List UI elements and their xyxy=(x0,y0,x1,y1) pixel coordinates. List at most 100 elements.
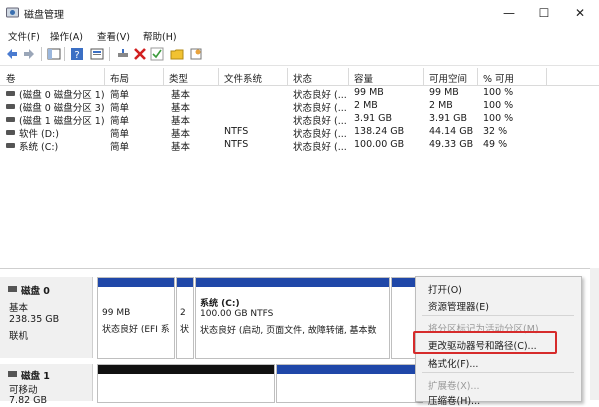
menu-view[interactable]: 查看(V) xyxy=(97,29,130,43)
partition-status: 状 xyxy=(180,325,190,335)
forward-arrow-icon[interactable] xyxy=(22,47,36,61)
close-button[interactable]: ✕ xyxy=(562,0,598,26)
cell-free-space: 2 MB xyxy=(429,100,453,111)
table-row[interactable]: 系统 (C:) 简单 基本 NTFS 状态良好 (... 100.00 GB 4… xyxy=(0,139,599,153)
menu-explorer[interactable]: 资源管理器(E) xyxy=(428,299,489,313)
cell-free-space: 49.33 GB xyxy=(429,139,474,150)
menu-shrink-volume[interactable]: 压缩卷(H)... xyxy=(428,393,480,407)
connect-disk-icon[interactable] xyxy=(116,47,130,61)
partition-msr[interactable]: 2 状 xyxy=(176,277,194,359)
cell-free-space: 44.14 GB xyxy=(429,126,474,137)
cell-type: 基本 xyxy=(171,129,191,140)
cell-volume: (磁盘 0 磁盘分区 1) xyxy=(19,90,105,101)
menu-action[interactable]: 操作(A) xyxy=(50,29,83,43)
cell-percent-free: 100 % xyxy=(483,113,514,124)
disk-0-label[interactable]: 磁盘 0 基本 238.35 GB 联机 xyxy=(0,277,93,358)
partition-system-c[interactable]: 系统 (C:) 100.00 GB NTFS 状态良好 (启动, 页面文件, 故… xyxy=(195,277,390,359)
properties-icon[interactable] xyxy=(90,47,104,61)
col-volume[interactable]: 卷 xyxy=(6,71,16,85)
disk-0-name: 磁盘 0 xyxy=(21,286,50,297)
cell-percent-free: 100 % xyxy=(483,100,514,111)
col-capacity[interactable]: 容量 xyxy=(354,71,373,85)
partition-size: 2 xyxy=(180,308,186,318)
table-row[interactable]: 软件 (D:) 简单 基本 NTFS 状态良好 (... 138.24 GB 4… xyxy=(0,126,599,140)
disk-icon xyxy=(8,371,17,377)
disk-1-type: 可移动 xyxy=(9,385,38,396)
cell-status: 状态良好 (... xyxy=(293,142,347,153)
partition-efi[interactable]: 99 MB 状态良好 (EFI 系 xyxy=(97,277,175,359)
disk-1-size: 7.82 GB xyxy=(9,395,48,406)
toolbar-separator xyxy=(109,47,110,61)
volume-icon xyxy=(6,104,15,109)
table-row[interactable]: (磁盘 0 磁盘分区 1) 简单 基本 状态良好 (... 99 MB 99 M… xyxy=(0,87,599,101)
menu-format[interactable]: 格式化(F)... xyxy=(428,356,478,370)
cell-free-space: 3.91 GB xyxy=(429,113,468,124)
column-divider[interactable] xyxy=(104,68,105,85)
menu-open[interactable]: 打开(O) xyxy=(428,282,462,296)
partition-status: 状态良好 (启动, 页面文件, 故障转储, 基本数 xyxy=(200,326,377,336)
col-status[interactable]: 状态 xyxy=(293,71,312,85)
show-hide-console-tree-icon[interactable] xyxy=(47,47,61,61)
menu-help[interactable]: 帮助(H) xyxy=(143,29,177,43)
table-row[interactable]: (磁盘 1 磁盘分区 1) 简单 基本 状态良好 (... 3.91 GB 3.… xyxy=(0,113,599,127)
cell-status: 状态良好 (... xyxy=(293,116,347,127)
column-divider[interactable] xyxy=(477,68,478,85)
volume-icon xyxy=(6,130,15,135)
menu-separator xyxy=(422,372,574,373)
cell-capacity: 99 MB xyxy=(354,87,384,98)
cell-type: 基本 xyxy=(171,90,191,101)
partition-title: 系统 (C:) xyxy=(200,299,240,309)
cell-percent-free: 100 % xyxy=(483,87,514,98)
minimize-button[interactable]: — xyxy=(491,0,527,26)
cell-status: 状态良好 (... xyxy=(293,103,347,114)
cell-layout: 简单 xyxy=(110,103,130,114)
toolbar: ? xyxy=(0,44,599,66)
column-divider[interactable] xyxy=(163,68,164,85)
column-divider[interactable] xyxy=(287,68,288,85)
col-layout[interactable]: 布局 xyxy=(110,71,129,85)
table-header: 卷 布局 类型 文件系统 状态 容量 可用空间 % 可用 xyxy=(0,68,599,86)
cell-capacity: 138.24 GB xyxy=(354,126,405,137)
cell-layout: 简单 xyxy=(110,129,130,140)
cell-filesystem: NTFS xyxy=(224,126,249,137)
disk-management-app-icon xyxy=(6,7,19,18)
menu-extend-volume: 扩展卷(X)... xyxy=(428,381,480,392)
col-type[interactable]: 类型 xyxy=(169,71,188,85)
disk-1-name: 磁盘 1 xyxy=(21,371,50,382)
cell-layout: 简单 xyxy=(110,90,130,101)
vertical-scrollbar[interactable] xyxy=(590,268,599,400)
table-row[interactable]: (磁盘 0 磁盘分区 3) 简单 基本 状态良好 (... 2 MB 2 MB … xyxy=(0,100,599,114)
disk-1-label[interactable]: 磁盘 1 可移动 7.82 GB xyxy=(0,364,93,406)
partition-size: 100.00 GB NTFS xyxy=(200,309,274,319)
svg-text:?: ? xyxy=(74,50,79,61)
cell-percent-free: 32 % xyxy=(483,126,508,137)
checkmark-icon[interactable] xyxy=(150,47,164,61)
cell-layout: 简单 xyxy=(110,116,130,127)
disk-0-size: 238.35 GB xyxy=(9,314,60,325)
cell-filesystem: NTFS xyxy=(224,139,249,150)
column-divider[interactable] xyxy=(218,68,219,85)
partition-header-bar xyxy=(196,278,389,287)
window-title: 磁盘管理 xyxy=(24,10,64,21)
disk-1-partition[interactable] xyxy=(276,364,423,403)
maximize-button[interactable]: ☐ xyxy=(526,0,562,26)
cell-capacity: 3.91 GB xyxy=(354,113,393,124)
column-divider[interactable] xyxy=(348,68,349,85)
cell-volume: 软件 (D:) xyxy=(19,129,59,140)
settings-icon[interactable] xyxy=(189,47,203,61)
help-icon[interactable]: ? xyxy=(70,47,84,61)
partition-header-bar xyxy=(177,278,193,287)
column-divider[interactable] xyxy=(423,68,424,85)
delete-icon[interactable] xyxy=(133,47,147,61)
column-divider[interactable] xyxy=(546,68,547,85)
disk-0-status: 联机 xyxy=(9,331,29,342)
partition-header-bar xyxy=(277,365,422,374)
disk-1-unallocated[interactable] xyxy=(97,364,275,403)
folder-icon[interactable] xyxy=(170,47,184,61)
back-arrow-icon[interactable] xyxy=(5,47,19,61)
col-percent-free[interactable]: % 可用 xyxy=(483,71,514,85)
cell-capacity: 100.00 GB xyxy=(354,139,405,150)
col-filesystem[interactable]: 文件系统 xyxy=(224,71,262,85)
menu-file[interactable]: 文件(F) xyxy=(8,29,40,43)
col-free-space[interactable]: 可用空间 xyxy=(429,71,467,85)
